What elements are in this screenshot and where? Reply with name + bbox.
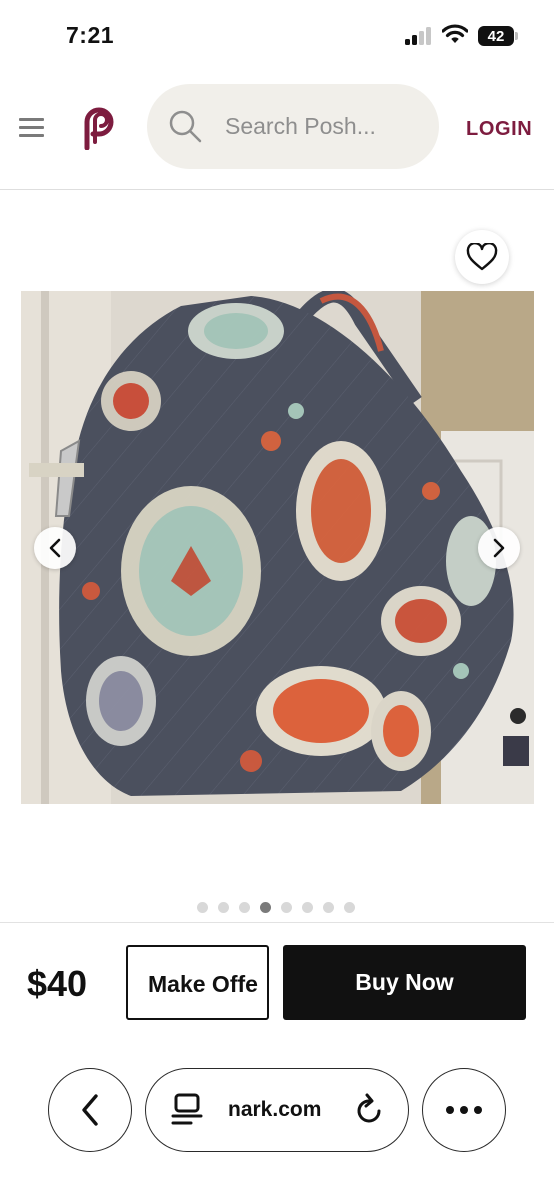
purchase-bar: $40 Make Offe Buy Now bbox=[0, 922, 554, 1042]
carousel-dot[interactable] bbox=[302, 902, 313, 913]
hamburger-icon[interactable] bbox=[19, 118, 45, 138]
carousel-dot[interactable] bbox=[197, 902, 208, 913]
search-placeholder: Search Posh... bbox=[225, 113, 376, 139]
battery-icon: 42 bbox=[478, 26, 518, 46]
heart-icon bbox=[466, 243, 498, 271]
reader-mode-icon bbox=[171, 1093, 203, 1125]
status-bar: 7:21 42 bbox=[0, 0, 554, 72]
chevron-left-icon bbox=[49, 538, 61, 558]
carousel-dot[interactable] bbox=[323, 902, 334, 913]
more-button[interactable] bbox=[422, 1068, 506, 1152]
back-arrow-icon bbox=[82, 1094, 98, 1126]
login-link[interactable]: LOGIN bbox=[466, 118, 532, 141]
chevron-right-icon bbox=[493, 538, 505, 558]
status-time: 7:21 bbox=[66, 22, 115, 48]
reload-icon[interactable] bbox=[355, 1093, 385, 1127]
make-offer-button[interactable]: Make Offe bbox=[126, 945, 269, 1020]
carousel-dot[interactable] bbox=[281, 902, 292, 913]
carousel-indicator bbox=[197, 902, 355, 913]
like-button[interactable] bbox=[455, 230, 509, 284]
carousel-dot[interactable] bbox=[260, 902, 271, 913]
product-carousel bbox=[0, 190, 554, 922]
browser-toolbar: nark.com bbox=[0, 1042, 554, 1200]
price: $40 bbox=[27, 963, 88, 1004]
carousel-dot[interactable] bbox=[344, 902, 355, 913]
signal-icon bbox=[405, 27, 433, 45]
previous-image-button[interactable] bbox=[34, 527, 76, 569]
battery-level: 42 bbox=[487, 27, 505, 45]
header: Search Posh... LOGIN bbox=[0, 72, 554, 190]
product-photo[interactable] bbox=[21, 291, 534, 804]
poshmark-logo[interactable] bbox=[75, 106, 115, 150]
search-bar[interactable]: Search Posh... bbox=[147, 84, 439, 169]
more-icon bbox=[446, 1106, 482, 1114]
address-bar[interactable]: nark.com bbox=[145, 1068, 409, 1152]
wifi-icon bbox=[442, 24, 468, 43]
back-button[interactable] bbox=[48, 1068, 132, 1152]
search-icon bbox=[169, 110, 202, 143]
url-text: nark.com bbox=[228, 1098, 322, 1121]
carousel-dot[interactable] bbox=[218, 902, 229, 913]
make-offer-label: Make Offe bbox=[148, 971, 258, 997]
next-image-button[interactable] bbox=[478, 527, 520, 569]
buy-now-button[interactable]: Buy Now bbox=[283, 945, 526, 1020]
carousel-dot[interactable] bbox=[239, 902, 250, 913]
